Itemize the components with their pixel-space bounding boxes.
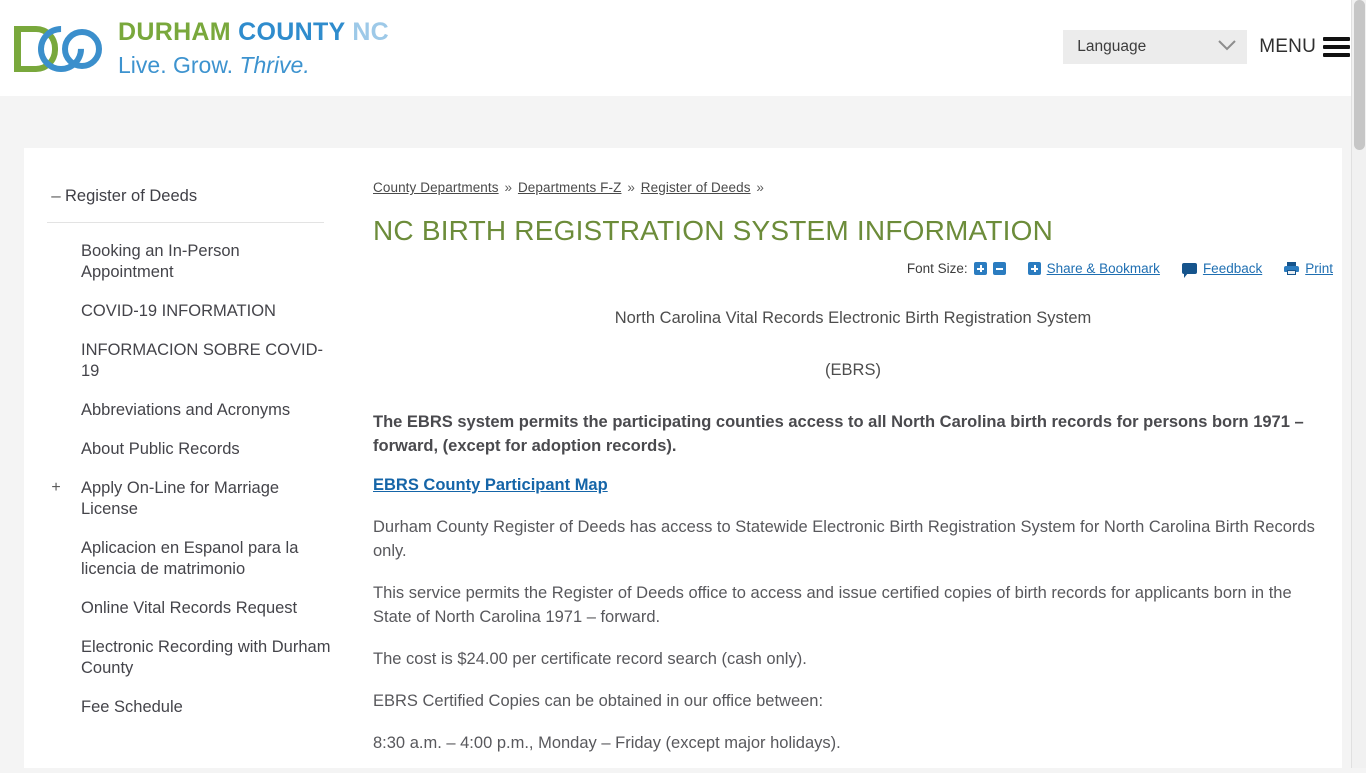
breadcrumb-link-county-departments[interactable]: County Departments bbox=[373, 180, 499, 195]
sidebar-item-electronic-recording-durham[interactable]: Electronic Recording with Durham County bbox=[24, 628, 349, 688]
sidebar-navigation: – Register of Deeds Booking an In-Person… bbox=[24, 148, 349, 747]
print-link[interactable]: Print bbox=[1305, 261, 1333, 276]
sidebar-item-label: COVID-19 INFORMATION bbox=[81, 302, 276, 320]
font-size-decrease-icon[interactable] bbox=[992, 262, 1006, 275]
breadcrumb-separator: » bbox=[627, 180, 635, 195]
menu-button-label: MENU bbox=[1259, 36, 1316, 57]
sidebar-item-list: Booking an In-Person Appointment COVID-1… bbox=[24, 223, 349, 747]
logo-tagline: Live. Grow. Thrive. bbox=[118, 51, 389, 78]
scrollbar-thumb[interactable] bbox=[1354, 0, 1365, 150]
article-paragraph-durham-access: Durham County Register of Deeds has acce… bbox=[373, 518, 1315, 560]
header-utilities: Language MENU bbox=[1063, 30, 1352, 64]
sidebar-item-abbreviations-acronyms[interactable]: Abbreviations and Acronyms bbox=[24, 391, 349, 430]
chevron-down-icon bbox=[1217, 38, 1237, 56]
sidebar-item-register-of-deeds[interactable]: – Register of Deeds bbox=[24, 186, 349, 206]
logo-word-nc: NC bbox=[352, 17, 390, 46]
font-size-increase-icon[interactable] bbox=[973, 262, 987, 275]
logo-line-primary: DURHAM COUNTY NC bbox=[118, 17, 390, 46]
printer-icon[interactable] bbox=[1284, 262, 1300, 275]
page-scrollbar[interactable] bbox=[1351, 0, 1366, 768]
dco-logo-icon bbox=[12, 16, 104, 82]
article-heading-line-1: North Carolina Vital Records Electronic … bbox=[614, 309, 1092, 327]
feedback-link[interactable]: Feedback bbox=[1203, 261, 1262, 276]
article-heading-line-2: (EBRS) bbox=[825, 361, 881, 379]
feedback-control[interactable]: Feedback bbox=[1181, 261, 1262, 278]
sidebar-item-label: Apply On-Line for Marriage License bbox=[81, 479, 280, 518]
sidebar-collapse-toggle-icon[interactable]: – bbox=[47, 186, 65, 206]
article-body: North Carolina Vital Records Electronic … bbox=[373, 306, 1333, 755]
breadcrumb-link-departments-f-z[interactable]: Departments F-Z bbox=[518, 180, 622, 195]
share-bookmark-control[interactable]: Share & Bookmark bbox=[1027, 261, 1160, 276]
menu-button[interactable]: MENU bbox=[1259, 36, 1352, 58]
content-card: – Register of Deeds Booking an In-Person… bbox=[24, 148, 1342, 768]
article-paragraph-service-scope: This service permits the Register of Dee… bbox=[373, 584, 1292, 626]
breadcrumb-separator: » bbox=[504, 180, 513, 195]
language-select-label: Language bbox=[1077, 38, 1147, 55]
hamburger-icon bbox=[1323, 37, 1350, 57]
sidebar-item-informacion-sobre-covid-19[interactable]: INFORMACION SOBRE COVID-19 bbox=[24, 331, 349, 391]
breadcrumb-separator: » bbox=[756, 180, 765, 195]
sidebar-item-fee-schedule[interactable]: Fee Schedule bbox=[24, 688, 349, 727]
logo-word-county: COUNTY bbox=[238, 17, 353, 46]
ebrs-county-participant-map-link[interactable]: EBRS County Participant Map bbox=[373, 476, 608, 494]
article-link-paragraph: EBRS County Participant Map bbox=[373, 476, 1333, 495]
language-select[interactable]: Language bbox=[1063, 30, 1248, 64]
logo-tagline-thrive: Thrive. bbox=[239, 51, 310, 78]
page-tools-bar: Font Size: Share & Bookmark Feedback Pri… bbox=[373, 261, 1333, 278]
sidebar-expand-toggle-icon[interactable]: + bbox=[47, 478, 65, 498]
main-content: County Departments » Departments F-Z » R… bbox=[373, 148, 1333, 773]
site-logo[interactable]: DURHAM COUNTY NC Live. Grow. Thrive. bbox=[12, 16, 390, 82]
sidebar-item-about-public-records[interactable]: About Public Records bbox=[24, 430, 349, 469]
sidebar-item-label: Booking an In-Person Appointment bbox=[81, 242, 240, 281]
site-header: DURHAM COUNTY NC Live. Grow. Thrive. Lan… bbox=[0, 0, 1366, 96]
logo-tagline-part1: Live. Grow. bbox=[118, 51, 240, 78]
article-paragraph-ebrs-overview: The EBRS system permits the participatin… bbox=[373, 413, 1304, 455]
sidebar-item-apply-marriage-license[interactable]: + Apply On-Line for Marriage License bbox=[24, 469, 349, 529]
sidebar-item-aplicacion-espanol-matrimonio[interactable]: Aplicacion en Espanol para la licencia d… bbox=[24, 529, 349, 589]
sidebar-item-label: Abbreviations and Acronyms bbox=[81, 401, 291, 419]
page-body: – Register of Deeds Booking an In-Person… bbox=[0, 96, 1366, 768]
article-paragraph-hours: 8:30 a.m. – 4:00 p.m., Monday – Friday (… bbox=[373, 734, 841, 752]
breadcrumb-link-register-of-deeds[interactable]: Register of Deeds bbox=[641, 180, 751, 195]
sidebar-item-booking-appointment[interactable]: Booking an In-Person Appointment bbox=[24, 232, 349, 292]
article-paragraph-cost: The cost is $24.00 per certificate recor… bbox=[373, 650, 807, 668]
sidebar-item-label: Aplicacion en Espanol para la licencia d… bbox=[81, 539, 299, 578]
feedback-speech-bubble-icon[interactable] bbox=[1181, 263, 1197, 278]
logo-wordmark: DURHAM COUNTY NC Live. Grow. Thrive. bbox=[118, 17, 390, 78]
sidebar-item-label: Fee Schedule bbox=[81, 698, 183, 716]
sidebar-item-label: Electronic Recording with Durham County bbox=[81, 638, 331, 677]
article-paragraph-certified-copies: EBRS Certified Copies can be obtained in… bbox=[373, 692, 824, 710]
sidebar-item-covid-19-information[interactable]: COVID-19 INFORMATION bbox=[24, 292, 349, 331]
sidebar-item-label: INFORMACION SOBRE COVID-19 bbox=[81, 341, 324, 380]
breadcrumb: County Departments » Departments F-Z » R… bbox=[373, 180, 1333, 195]
page-title: NC BIRTH REGISTRATION SYSTEM INFORMATION bbox=[373, 215, 1054, 246]
share-plus-icon[interactable] bbox=[1027, 262, 1041, 275]
sidebar-item-label: About Public Records bbox=[81, 440, 240, 458]
font-size-label: Font Size: bbox=[906, 261, 968, 276]
logo-o-shape bbox=[62, 29, 102, 69]
print-control[interactable]: Print bbox=[1284, 261, 1333, 276]
logo-word-durham: DURHAM bbox=[118, 17, 239, 46]
sidebar-root-label: Register of Deeds bbox=[65, 187, 198, 205]
share-bookmark-link[interactable]: Share & Bookmark bbox=[1047, 261, 1160, 276]
font-size-controls: Font Size: bbox=[907, 261, 1006, 276]
sidebar-item-online-vital-records-request[interactable]: Online Vital Records Request bbox=[24, 589, 349, 628]
sidebar-item-label: Online Vital Records Request bbox=[81, 599, 298, 617]
